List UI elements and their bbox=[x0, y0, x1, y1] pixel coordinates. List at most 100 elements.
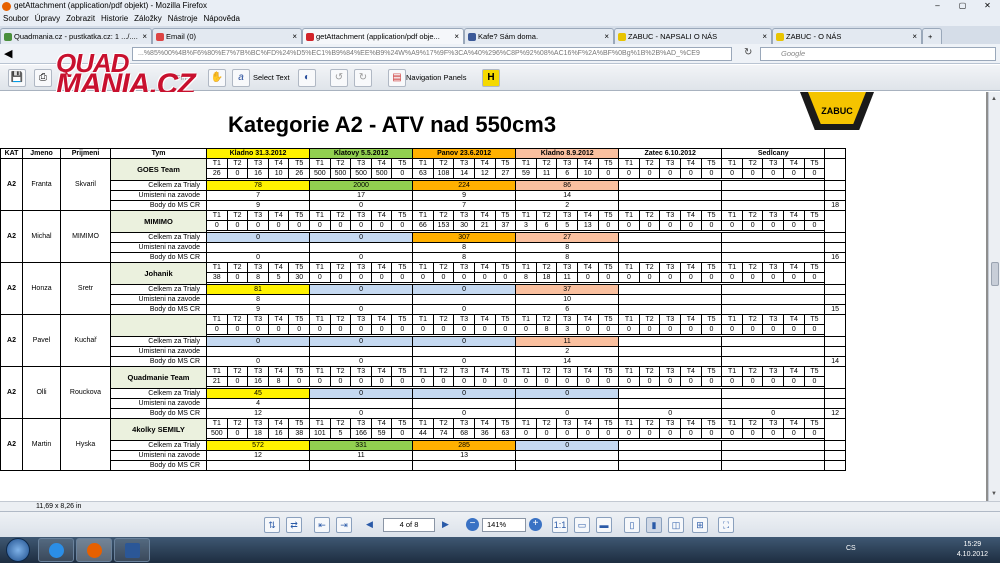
browser-tab[interactable]: getAttachment (application/pdf obje... × bbox=[302, 28, 464, 44]
fit-width-icon[interactable]: ▬ bbox=[596, 517, 612, 533]
browser-tab[interactable]: ZABUC - O NÁS × bbox=[772, 28, 922, 44]
rotate-left-icon[interactable]: ↺ bbox=[330, 69, 348, 87]
tab-close-icon[interactable]: × bbox=[604, 29, 609, 44]
trial-score: 0 bbox=[680, 272, 702, 283]
trial-score: 0 bbox=[659, 272, 682, 283]
trial-label: T5 bbox=[597, 262, 620, 273]
trial-score: 0 bbox=[515, 428, 537, 439]
language-indicator[interactable]: CS bbox=[846, 545, 856, 552]
minimize-button[interactable]: – bbox=[925, 0, 950, 12]
next-view-icon[interactable]: ⇥ bbox=[336, 517, 352, 533]
menu-item[interactable]: Soubor bbox=[0, 12, 32, 26]
select-text-button[interactable]: Select Text bbox=[253, 69, 290, 87]
search-input[interactable]: Google bbox=[760, 47, 996, 61]
url-bar[interactable]: ...%85%00%4B%F6%80%E7%7B%BC%FD%24%D5%EC1… bbox=[132, 47, 732, 61]
thumbnails-icon[interactable]: ⊞ bbox=[692, 517, 708, 533]
system-clock[interactable]: 15:29 4.10.2012 bbox=[957, 540, 988, 560]
tab-close-icon[interactable]: × bbox=[762, 29, 767, 44]
close-button[interactable]: ✕ bbox=[975, 0, 1000, 12]
taskbar-ie-button[interactable] bbox=[38, 538, 74, 562]
snapshot-icon[interactable]: ◐ bbox=[298, 69, 316, 87]
tab-close-icon[interactable]: × bbox=[454, 29, 459, 44]
browser-tab[interactable]: ZABUC - NAPSALI O NÁS × bbox=[614, 28, 772, 44]
scroll-up-icon[interactable]: ▲ bbox=[991, 96, 997, 102]
browser-tab[interactable]: Quadmania.cz - pustkatka.cz: 1 .../.... × bbox=[0, 28, 152, 44]
vertical-scrollbar[interactable]: ▲ ▼ bbox=[988, 92, 1000, 501]
menu-item[interactable]: Zobrazit bbox=[63, 12, 98, 26]
menu-item[interactable]: Historie bbox=[98, 12, 131, 26]
horizontal-scrollbar[interactable] bbox=[0, 501, 1000, 511]
browser-tab[interactable]: Email (0) × bbox=[152, 28, 302, 44]
browser-tab[interactable]: Kafe? Sám doma. × bbox=[464, 28, 614, 44]
menu-item[interactable]: Úpravy bbox=[32, 12, 63, 26]
menu-item[interactable]: Nástroje bbox=[165, 12, 201, 26]
new-tab-button[interactable]: + bbox=[922, 28, 942, 44]
highlight-icon[interactable]: H bbox=[482, 69, 500, 87]
two-page-icon[interactable]: ◫ bbox=[668, 517, 684, 533]
body-value bbox=[721, 252, 826, 263]
trial-label: T1 bbox=[412, 262, 434, 273]
trial-label: T4 bbox=[680, 210, 702, 221]
trial-score: 0 bbox=[329, 220, 352, 231]
zoom-in-icon[interactable]: + bbox=[529, 518, 542, 531]
taskbar-word-button[interactable] bbox=[114, 538, 150, 562]
single-page-icon[interactable]: ▯ bbox=[624, 517, 640, 533]
previous-view-icon[interactable]: ⇤ bbox=[314, 517, 330, 533]
tab-close-icon[interactable]: × bbox=[912, 29, 917, 44]
back-icon[interactable]: ◀ bbox=[4, 47, 12, 60]
celkem-value: 0 bbox=[309, 284, 414, 295]
body-value: 9 bbox=[205, 200, 311, 211]
trial-score: 0 bbox=[783, 376, 805, 387]
scroll-down-icon[interactable]: ▼ bbox=[991, 491, 997, 497]
scroll-thumb[interactable] bbox=[991, 262, 999, 286]
celkem-value: 0 bbox=[515, 388, 620, 399]
navigation-panels-button[interactable]: Navigation Panels bbox=[406, 69, 466, 87]
body-value: 0 bbox=[309, 200, 414, 211]
rider-team bbox=[110, 314, 207, 337]
trial-label: T5 bbox=[494, 366, 517, 377]
body-value bbox=[618, 200, 723, 211]
pdf-viewport[interactable]: Kategorie A2 - ATV nad 550cm3 ZABUC KAT J… bbox=[0, 92, 988, 501]
taskbar-firefox-button[interactable] bbox=[76, 538, 112, 562]
reload-icon[interactable]: ↻ bbox=[744, 47, 752, 58]
trial-score: 0 bbox=[618, 272, 640, 283]
save-icon[interactable]: 💾 bbox=[8, 69, 26, 87]
trial-score: 0 bbox=[741, 272, 764, 283]
next-page-icon[interactable]: ▶ bbox=[442, 519, 449, 530]
fit-page-icon[interactable]: ▭ bbox=[574, 517, 590, 533]
trial-label: T5 bbox=[597, 314, 620, 325]
trial-label: T3 bbox=[556, 158, 578, 169]
trial-label: T3 bbox=[350, 262, 372, 273]
tab-close-icon[interactable]: × bbox=[142, 29, 147, 44]
pan-icon[interactable]: ⇄ bbox=[286, 517, 302, 533]
maximize-button[interactable]: ▢ bbox=[950, 0, 975, 12]
navigation-panels-icon[interactable]: ▤ bbox=[388, 69, 406, 87]
full-screen-icon[interactable]: ⛶ bbox=[718, 517, 734, 533]
trial-score: 0 bbox=[350, 324, 372, 335]
trial-label: T1 bbox=[618, 366, 640, 377]
trial-score: 0 bbox=[370, 324, 393, 335]
celkem-value: 0 bbox=[309, 336, 414, 347]
select-text-icon[interactable]: a bbox=[232, 69, 250, 87]
total-points bbox=[824, 460, 846, 471]
page-number-input[interactable]: 4 of 8 bbox=[383, 518, 435, 532]
actual-size-icon[interactable]: 1:1 bbox=[552, 517, 568, 533]
hand-tool-icon[interactable]: ✋ bbox=[208, 69, 226, 87]
previous-page-icon[interactable]: ◀ bbox=[366, 519, 373, 530]
trial-score: 0 bbox=[370, 220, 393, 231]
tab-close-icon[interactable]: × bbox=[292, 29, 297, 44]
menu-item[interactable]: Nápověda bbox=[201, 12, 243, 26]
menu-item[interactable]: Záložky bbox=[131, 12, 165, 26]
trial-score: 16 bbox=[247, 376, 269, 387]
trial-score: 0 bbox=[659, 428, 682, 439]
start-button[interactable] bbox=[6, 538, 30, 562]
zoom-out-icon[interactable]: − bbox=[466, 518, 479, 531]
print-icon[interactable]: ⎙ bbox=[34, 69, 52, 87]
scroll-mode-icon[interactable]: ⇅ bbox=[264, 517, 280, 533]
table-row: Celkem za Trialy 78 2000 224 86 bbox=[1, 180, 846, 191]
body-value: 6 bbox=[515, 304, 620, 315]
trial-label: T1 bbox=[721, 158, 743, 169]
zoom-select[interactable]: 141% bbox=[482, 518, 526, 532]
continuous-icon[interactable]: ▮ bbox=[646, 517, 662, 533]
rotate-right-icon[interactable]: ↻ bbox=[354, 69, 372, 87]
